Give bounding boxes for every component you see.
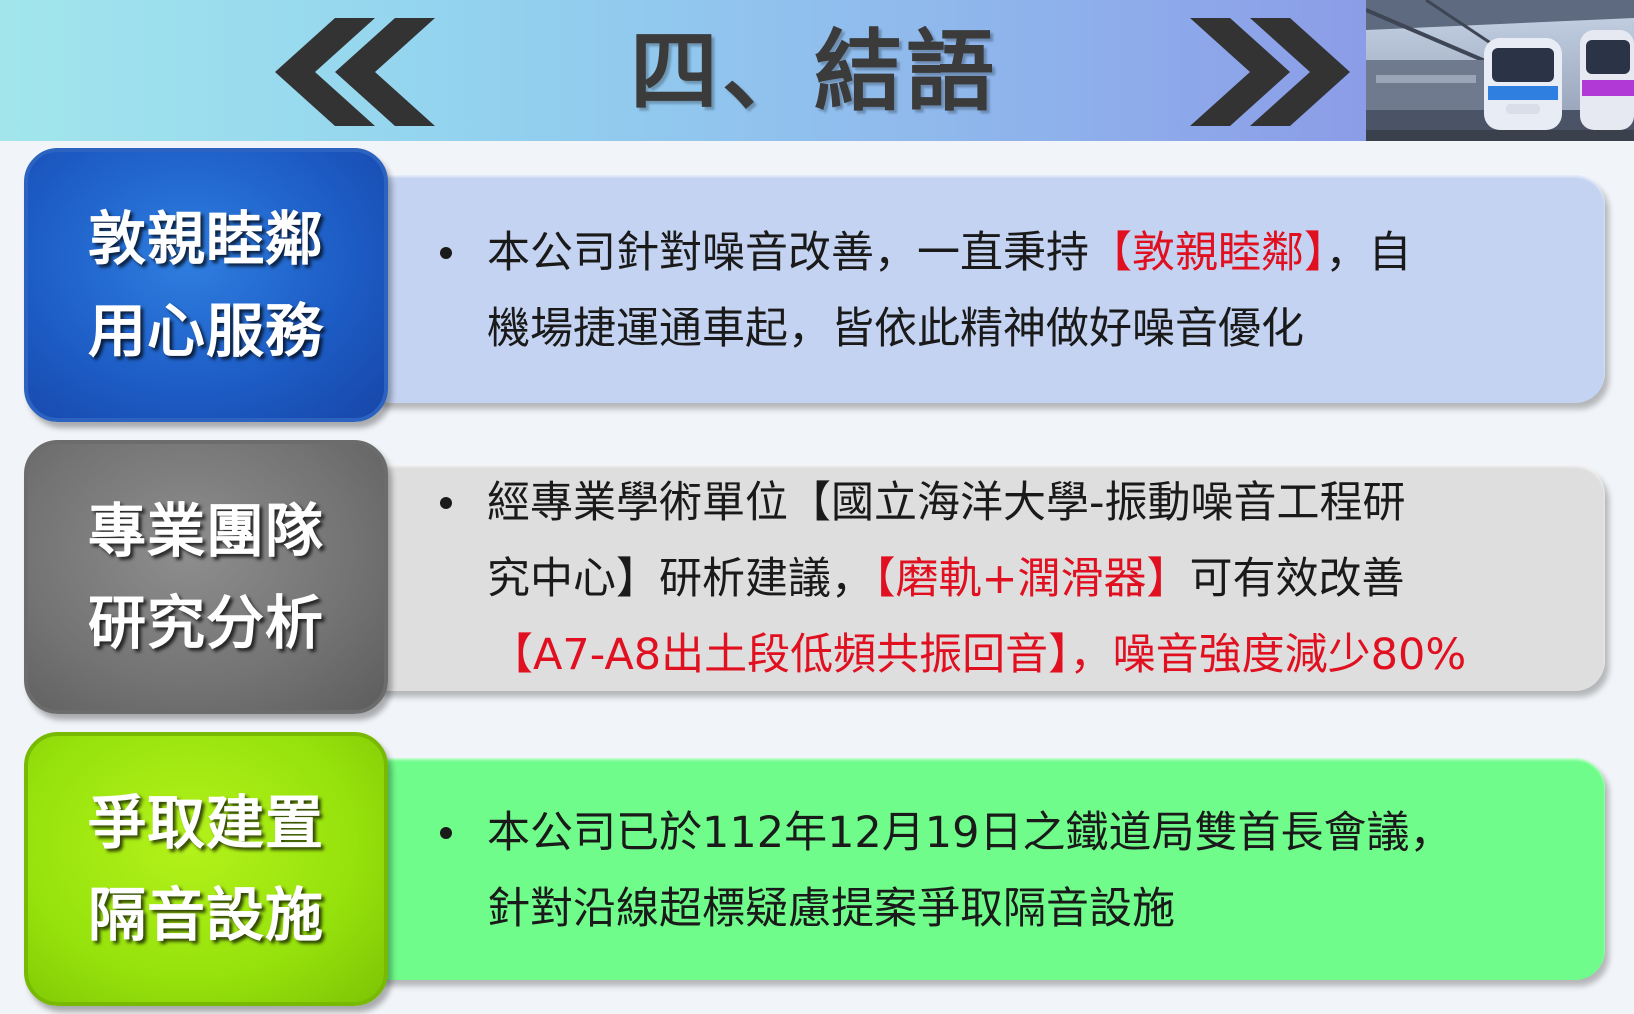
section-badge-3: 爭取建置 隔音設施 [24, 732, 388, 1006]
bullet [440, 247, 452, 259]
title-banner: 四、結語 [0, 0, 1634, 141]
section-badge-2: 專業團隊 研究分析 [24, 440, 388, 714]
section-3-line-1: 本公司已於112年12月19日之鐵道局雙首長會議， [487, 808, 1453, 858]
double-chevron-left-icon [275, 18, 435, 126]
badge-line: 用心服務 [87, 297, 324, 365]
train-photo [1366, 0, 1634, 141]
double-chevron-right-icon [1190, 18, 1350, 126]
section-2-line-1: 經專業學術單位【國立海洋大學-振動噪音工程研 [487, 478, 1406, 528]
section-1-line-1: 本公司針對噪音改善，一直秉持【敦親睦鄰】，自 [487, 228, 1412, 278]
badge-line: 爭取建置 [87, 789, 324, 857]
section-2-line-2: 究中心】研析建議，【磨軌+潤滑器】可有效改善 [487, 554, 1405, 604]
bullet [440, 827, 452, 839]
page-title: 四、結語 [630, 20, 999, 123]
section-badge-1: 敦親睦鄰 用心服務 [24, 148, 388, 422]
highlight-text: 【磨軌+潤滑器】 [874, 554, 1190, 604]
badge-line: 隔音設施 [87, 881, 324, 949]
section-1-line-2: 機場捷運通車起，皆依此精神做好噪音優化 [487, 304, 1304, 354]
badge-line: 專業團隊 [87, 497, 324, 565]
highlight-text: 【敦親睦鄰】 [1089, 228, 1326, 278]
badge-line: 研究分析 [87, 589, 324, 657]
bullet [440, 497, 452, 509]
section-2-line-3: 【A7-A8出土段低頻共振回音】，噪音強度減少80% [490, 630, 1467, 680]
section-3-line-2: 針對沿線超標疑慮提案爭取隔音設施 [487, 884, 1175, 934]
badge-line: 敦親睦鄰 [87, 205, 324, 273]
